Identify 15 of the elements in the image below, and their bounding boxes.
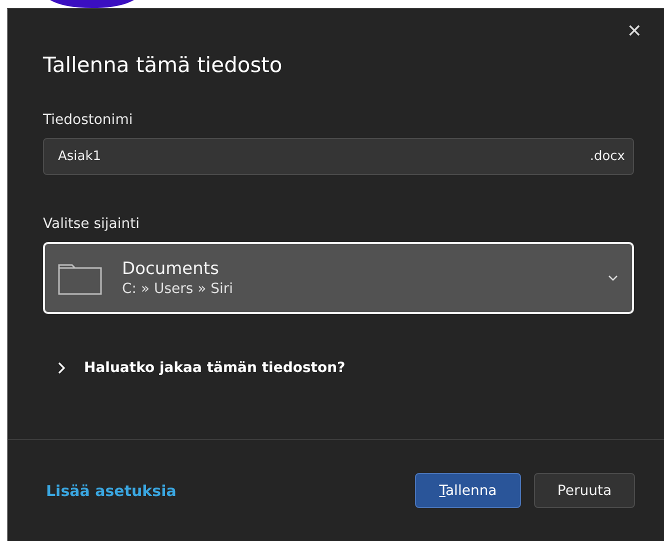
filename-field[interactable]: Asiak1 .docx	[43, 138, 634, 175]
dialog-title: Tallenna tämä tiedosto	[43, 53, 282, 77]
field-label: Tiedostonimi	[43, 112, 133, 128]
filename-input[interactable]: Asiak1	[58, 149, 590, 164]
extension-label: .docx	[590, 149, 625, 164]
close-button[interactable]: ✕	[622, 21, 646, 43]
folder-path: C: » Users » Siri	[122, 281, 234, 297]
cancel-button[interactable]: Peruuta	[534, 473, 635, 508]
folder-name: Documents	[122, 259, 220, 279]
more-options-link[interactable]: Lisää asetuksia	[46, 482, 176, 500]
field-label: Valitse sijainti	[43, 216, 140, 232]
chevron-right-icon	[57, 362, 65, 374]
chevron-down-icon	[608, 275, 618, 281]
location-dropdown[interactable]: Documents C: » Users » Siri	[43, 242, 634, 314]
save-button[interactable]: Tallenna	[415, 473, 521, 508]
